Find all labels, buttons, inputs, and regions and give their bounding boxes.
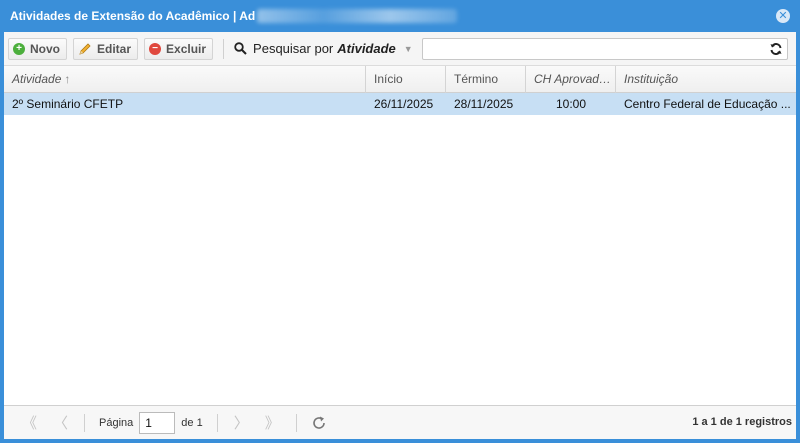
edit-button-label: Editar [97, 41, 132, 56]
refresh-icon[interactable] [769, 42, 783, 56]
edit-button[interactable]: Editar [73, 37, 139, 60]
search-by-field: Atividade [337, 41, 396, 56]
column-header-inicio[interactable]: Início [366, 66, 446, 93]
add-icon: + [13, 42, 25, 55]
page-label: Página [99, 416, 134, 429]
page-number-input[interactable]: 1 [139, 411, 176, 434]
chevron-down-icon: ▼ [403, 43, 413, 54]
grid-header: Atividade ↑ Início Término CH Aprovada...… [4, 66, 796, 93]
toolbar-divider [223, 38, 225, 59]
table-row[interactable]: 2º Seminário CFETP 26/11/2025 28/11/2025… [4, 93, 796, 115]
page-count-label: de 1 [181, 416, 203, 429]
cell-inicio: 26/11/2025 [374, 97, 434, 111]
pager: 《 〈 Página 1 de 1 〉 》 1 a 1 de 1 registr… [4, 405, 796, 439]
new-button-label: Novo [30, 41, 60, 56]
cell-ch-aprovada: 10:00 [555, 97, 587, 111]
pager-divider [295, 413, 297, 432]
pager-divider [216, 413, 218, 432]
toolbar: + Novo Editar − Excluir Pesquisar por At… [4, 32, 796, 66]
close-icon[interactable]: ✕ [776, 9, 790, 23]
new-button[interactable]: + Novo [8, 37, 67, 60]
dialog-window: Atividades de Extensão do Acadêmico | Ad… [0, 0, 800, 443]
magnifier-icon [234, 42, 247, 55]
column-header-termino[interactable]: Término [446, 66, 526, 93]
delete-button-label: Excluir [166, 41, 207, 56]
column-header-ch-aprovada[interactable]: CH Aprovada... [526, 66, 616, 93]
first-page-icon[interactable]: 《 [22, 412, 37, 433]
search-input[interactable] [422, 38, 788, 60]
cell-atividade: 2º Seminário CFETP [12, 97, 124, 111]
search-by-prefix: Pesquisar por [253, 41, 334, 56]
records-info: 1 a 1 de 1 registros [692, 416, 792, 428]
last-page-icon[interactable]: 》 [265, 412, 280, 433]
column-header-atividade[interactable]: Atividade ↑ [4, 66, 366, 93]
prev-page-icon[interactable]: 〈 [53, 412, 68, 433]
reload-icon[interactable] [311, 415, 327, 431]
title-bar[interactable]: Atividades de Extensão do Acadêmico | Ad… [0, 0, 800, 32]
column-header-instituicao[interactable]: Instituição [616, 66, 796, 93]
search-field-selector[interactable]: Pesquisar por Atividade ▼ [234, 41, 413, 56]
pencil-icon [79, 42, 91, 55]
redacted-title-segment [257, 9, 458, 23]
cell-instituicao: Centro Federal de Educação ... [624, 97, 791, 111]
pager-divider [84, 413, 86, 432]
sort-ascending-icon: ↑ [64, 72, 71, 86]
remove-icon: − [149, 42, 162, 55]
grid-body: 2º Seminário CFETP 26/11/2025 28/11/2025… [4, 93, 796, 405]
window-title: Atividades de Extensão do Acadêmico | Ad [10, 9, 256, 23]
column-header-label: Atividade [12, 72, 62, 86]
delete-button[interactable]: − Excluir [144, 37, 214, 60]
next-page-icon[interactable]: 〉 [234, 412, 249, 433]
cell-termino: 28/11/2025 [454, 97, 514, 111]
